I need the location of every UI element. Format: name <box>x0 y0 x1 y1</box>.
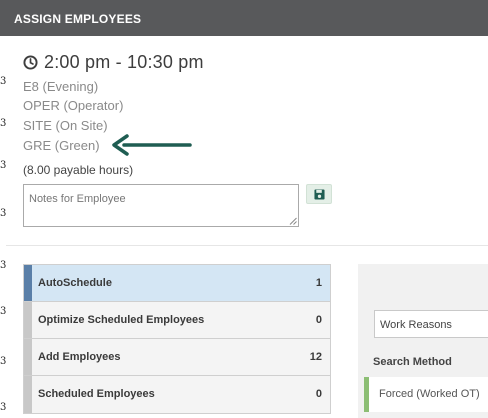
payable-hours: (8.00 payable hours) <box>23 163 134 177</box>
resize-grip-icon[interactable] <box>289 217 297 225</box>
shift-time-row: 2:00 pm - 10:30 pm <box>23 52 204 73</box>
row-accent-bar <box>24 265 32 301</box>
stat-count: 0 <box>315 388 322 400</box>
stat-row-scheduled-employees[interactable]: Scheduled Employees 0 <box>24 376 330 413</box>
save-notes-button[interactable] <box>306 184 332 204</box>
clock-icon <box>23 55 38 70</box>
stat-label: AutoSchedule <box>38 277 112 289</box>
stat-label: Scheduled Employees <box>38 388 155 400</box>
dialog-titlebar[interactable]: ASSIGN EMPLOYEES <box>0 0 488 36</box>
stat-count: 12 <box>309 351 322 363</box>
team-code: GRE (Green) <box>23 138 100 153</box>
shift-code: E8 (Evening) <box>23 79 99 94</box>
dialog-title: ASSIGN EMPLOYEES <box>14 12 142 26</box>
stat-label: Optimize Scheduled Employees <box>38 314 205 326</box>
section-divider <box>6 245 488 246</box>
row-accent-bar <box>24 302 32 338</box>
stat-row-autoschedule[interactable]: AutoSchedule 1 <box>24 265 330 302</box>
stat-row-optimize-scheduled-employees[interactable]: Optimize Scheduled Employees 0 <box>24 302 330 339</box>
search-method-header: Search Method <box>373 356 452 368</box>
search-method-option-label: Forced (Worked OT) <box>379 388 480 400</box>
location-code: SITE (On Site) <box>23 118 108 133</box>
assign-employees-dialog: ASSIGN EMPLOYEES 2:00 pm - 10:30 pm E8 (… <box>0 0 488 418</box>
notes-for-employee-field[interactable] <box>23 184 299 227</box>
stat-row-add-employees[interactable]: Add Employees 12 <box>24 339 330 376</box>
row-accent-bar <box>24 339 32 375</box>
search-panel: Work Reasons Search Method Forced (Worke… <box>358 264 488 418</box>
stat-count: 0 <box>315 314 322 326</box>
search-method-option[interactable]: Forced (Worked OT) <box>364 377 488 412</box>
floppy-disk-icon <box>313 188 325 200</box>
shift-time: 2:00 pm - 10:30 pm <box>44 52 204 72</box>
work-reasons-select[interactable]: Work Reasons <box>374 310 488 338</box>
annotation-arrow-icon <box>112 134 192 156</box>
stat-count: 1 <box>315 277 322 289</box>
assignment-stats-list: AutoSchedule 1 Optimize Scheduled Employ… <box>23 264 331 414</box>
position-code: OPER (Operator) <box>23 98 124 113</box>
stat-label: Add Employees <box>38 351 121 363</box>
row-accent-bar <box>24 376 32 413</box>
